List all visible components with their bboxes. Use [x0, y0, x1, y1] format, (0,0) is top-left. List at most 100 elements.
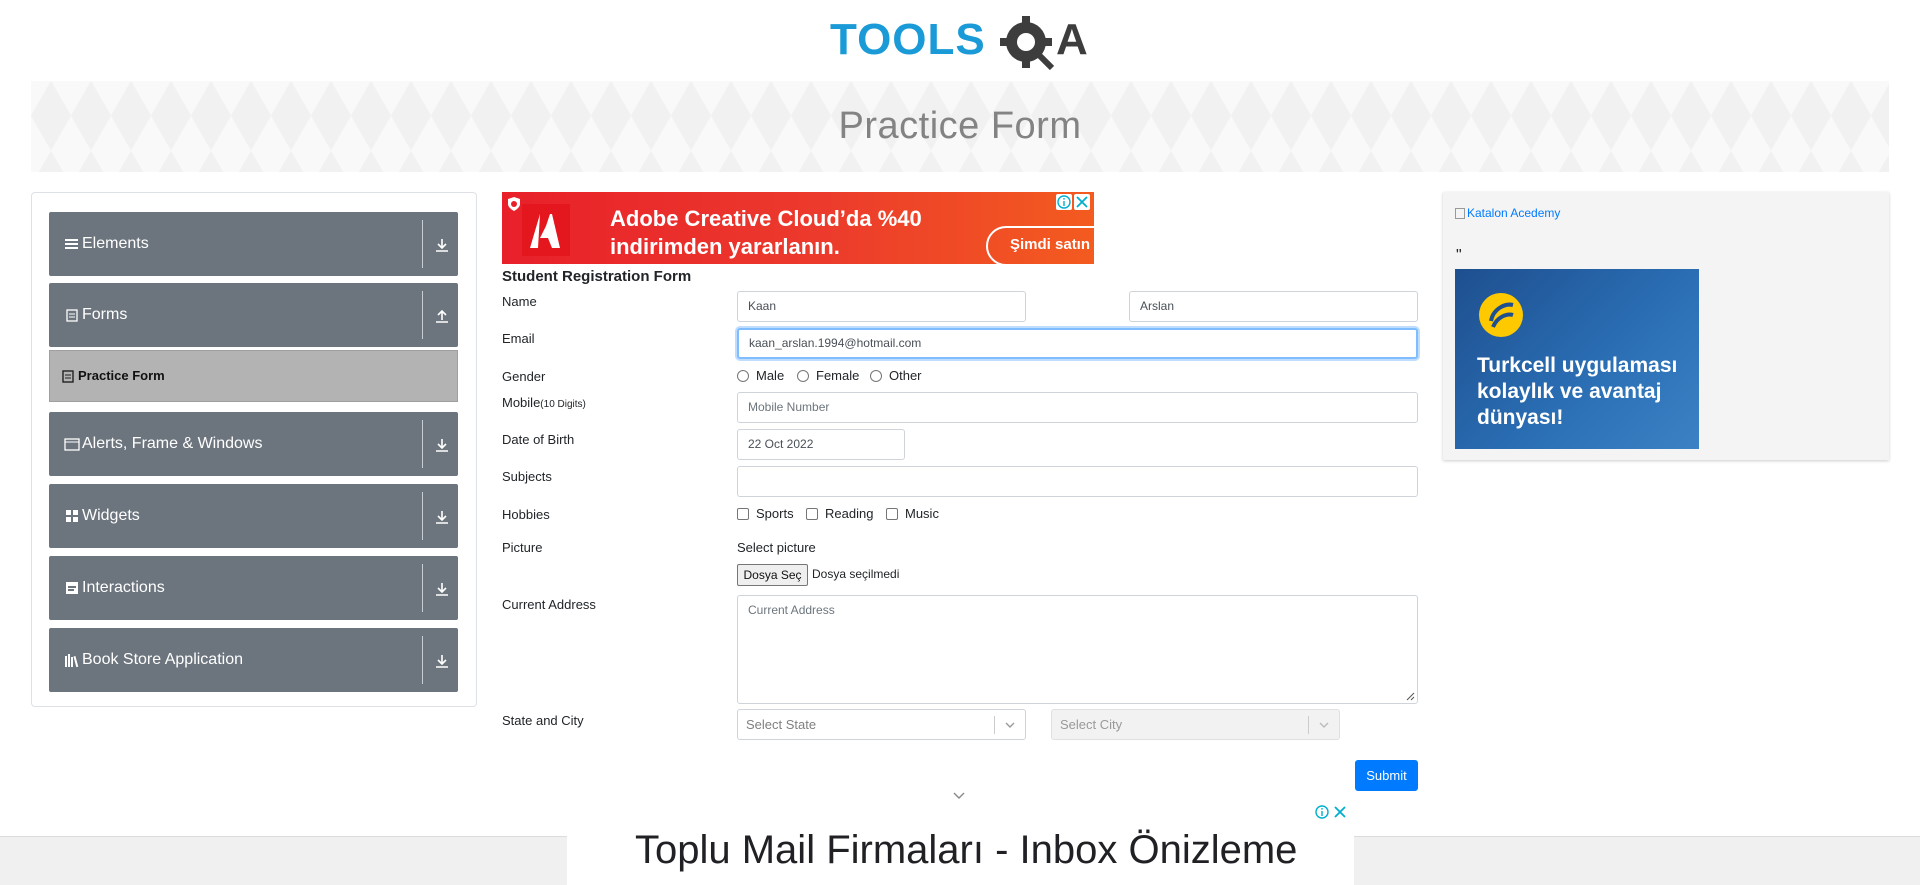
hobby-sports-checkbox[interactable]: Sports — [737, 506, 794, 521]
radio-button[interactable] — [737, 369, 749, 382]
email-label: Email — [502, 331, 535, 346]
gender-female-radio[interactable]: Female — [797, 368, 859, 383]
hobby-sports-label: Sports — [756, 506, 794, 521]
hobby-music-label: Music — [905, 506, 939, 521]
hobbies-label: Hobbies — [502, 507, 550, 522]
chevron-down-icon — [1005, 722, 1015, 728]
sidebar-group-label: Book Store Application — [82, 651, 243, 668]
form-icon — [62, 370, 74, 383]
gender-other-label: Other — [889, 368, 922, 383]
state-select[interactable]: Select State — [737, 709, 1026, 740]
divider — [422, 564, 423, 612]
quote-mark: " — [1456, 247, 1462, 264]
adobe-logo — [522, 204, 570, 256]
upload-icon[interactable] — [433, 307, 451, 325]
turkcell-ad-image[interactable]: Turkcell uygulaması kolaylık ve avantaj … — [1455, 269, 1699, 449]
divider — [422, 291, 423, 339]
state-placeholder: Select State — [746, 717, 817, 732]
download-icon[interactable] — [433, 580, 451, 598]
katalon-academy-link[interactable]: Katalon Acedemy — [1455, 206, 1560, 220]
divider — [1308, 716, 1309, 734]
sidebar-group-forms[interactable]: Forms — [49, 283, 458, 347]
no-file-chosen-text: Dosya seçilmedi — [812, 567, 900, 581]
subjects-input[interactable] — [737, 466, 1418, 497]
sidebar-group-widgets[interactable]: Widgets — [49, 484, 458, 548]
sidebar-group-label: Widgets — [82, 507, 140, 524]
gender-female-label: Female — [816, 368, 860, 383]
toolsqa-logo[interactable]: TOOLS A — [830, 12, 1092, 72]
shield-icon — [508, 197, 520, 211]
download-icon[interactable] — [433, 508, 451, 526]
divider — [422, 420, 423, 468]
svg-text:A: A — [1056, 15, 1088, 64]
ad-cta-button[interactable]: Şimdi satın — [986, 226, 1094, 264]
select-picture-label: Select picture — [737, 540, 816, 555]
ad-info-icon[interactable] — [1056, 194, 1072, 210]
sidebar-group-alerts[interactable]: Alerts, Frame & Windows — [49, 412, 458, 476]
adobe-ad-banner[interactable]: Adobe Creative Cloud’da %40 indirimden y… — [502, 192, 1094, 264]
mobile-input[interactable]: Mobile Number — [737, 392, 1418, 423]
mobile-hint: (10 Digits) — [540, 399, 586, 410]
current-address-textarea[interactable]: Current Address — [737, 595, 1418, 704]
sidebar-item-practice-form[interactable]: Practice Form — [49, 350, 458, 402]
address-placeholder: Current Address — [748, 603, 835, 617]
radio-button[interactable] — [870, 369, 882, 382]
state-city-label: State and City — [502, 713, 584, 728]
last-name-input[interactable]: Arslan — [1129, 291, 1418, 322]
checkbox[interactable] — [886, 507, 898, 520]
books-icon — [65, 654, 79, 668]
gender-male-radio[interactable]: Male — [737, 368, 784, 383]
dob-input[interactable]: 22 Oct 2022 — [737, 429, 905, 460]
subjects-label: Subjects — [502, 469, 552, 484]
form-heading: Student Registration Form — [502, 268, 692, 285]
city-placeholder: Select City — [1060, 717, 1123, 732]
sidebar-group-label: Interactions — [82, 579, 165, 596]
turkcell-line3: dünyası! — [1477, 406, 1564, 429]
ad-headline-line2: indirimden yararlanın. — [610, 234, 840, 259]
gender-label: Gender — [502, 369, 546, 384]
page-title: Practice Form — [838, 105, 1082, 147]
turkcell-line2: kolaylık ve avantaj — [1477, 380, 1662, 403]
hamburger-icon — [65, 239, 78, 249]
sidebar-group-label: Alerts, Frame & Windows — [82, 435, 263, 452]
download-icon[interactable] — [433, 652, 451, 670]
logo-text: TOOLS — [830, 15, 986, 64]
checkbox[interactable] — [737, 507, 749, 520]
download-icon[interactable] — [433, 436, 451, 454]
turkcell-line1: Turkcell uygulaması — [1477, 354, 1678, 377]
radio-button[interactable] — [797, 369, 809, 382]
ad-headline-line1: Adobe Creative Cloud’da %40 — [610, 206, 922, 231]
sidebar-group-interactions[interactable]: Interactions — [49, 556, 458, 620]
sidebar-group-book-store[interactable]: Book Store Application — [49, 628, 458, 692]
bottom-ad-banner[interactable]: Toplu Mail Firmaları - Inbox Önizleme — [567, 804, 1354, 885]
chevron-down-icon[interactable] — [952, 790, 966, 800]
katalon-alt-text: Katalon Acedemy — [1467, 206, 1561, 220]
ad-close-icon[interactable] — [1074, 194, 1090, 210]
resize-grip-icon[interactable] — [1406, 692, 1415, 701]
choose-file-button[interactable]: Dosya Seç — [737, 564, 808, 586]
dob-label: Date of Birth — [502, 432, 575, 447]
submit-button[interactable]: Submit — [1355, 760, 1418, 791]
ad-info-icon[interactable] — [1314, 804, 1330, 820]
divider — [994, 716, 995, 734]
hobby-reading-checkbox[interactable]: Reading — [806, 506, 873, 521]
broken-image-icon — [1455, 207, 1465, 219]
sidebar-group-elements[interactable]: Elements — [49, 212, 458, 276]
checkbox[interactable] — [806, 507, 818, 520]
gender-other-radio[interactable]: Other — [870, 368, 922, 383]
ad-headline: Toplu Mail Firmaları - Inbox Önizleme — [635, 828, 1298, 872]
hobby-music-checkbox[interactable]: Music — [886, 506, 939, 521]
interactions-icon — [66, 582, 78, 594]
chevron-down-icon — [1319, 722, 1329, 728]
sidebar-item-label: Practice Form — [78, 368, 165, 383]
email-input[interactable]: kaan_arslan.1994@hotmail.com — [737, 328, 1418, 359]
picture-label: Picture — [502, 540, 543, 555]
first-name-input[interactable]: Kaan — [737, 291, 1026, 322]
mobile-label: Mobile(10 Digits) — [502, 395, 586, 410]
sidebar-group-label: Elements — [82, 235, 149, 252]
download-icon[interactable] — [433, 236, 451, 254]
hobby-reading-label: Reading — [825, 506, 874, 521]
ad-close-icon[interactable] — [1332, 804, 1348, 820]
city-select[interactable]: Select City — [1051, 709, 1340, 740]
window-icon — [64, 438, 80, 451]
